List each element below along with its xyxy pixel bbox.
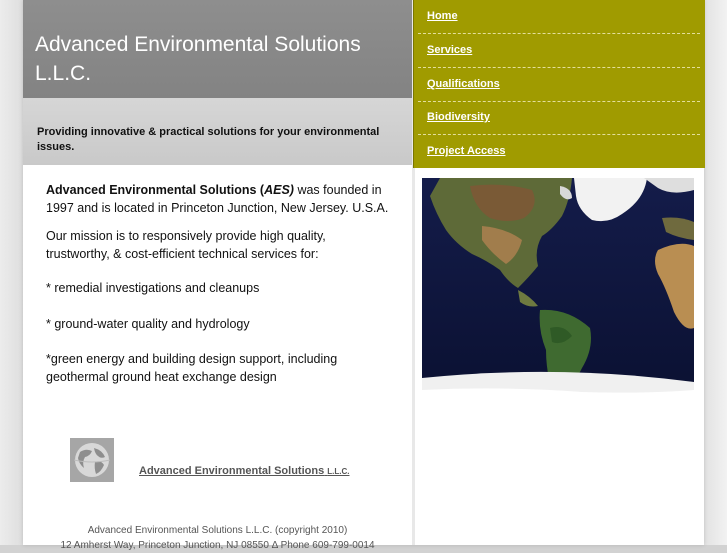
nav-link-home[interactable]: Home bbox=[427, 10, 458, 22]
site-header: Advanced Environmental Solutions L.L.C. bbox=[23, 0, 412, 98]
service-item: * ground-water quality and hydrology bbox=[46, 316, 250, 331]
company-name: Advanced Environmental Solutions ( bbox=[46, 183, 265, 197]
nav-link-project-access[interactable]: Project Access bbox=[427, 145, 505, 157]
page-container: Advanced Environmental Solutions L.L.C. … bbox=[23, 0, 705, 551]
page-background-right bbox=[704, 0, 727, 545]
intro-paragraph: Advanced Environmental Solutions (AES) w… bbox=[46, 182, 391, 217]
copyright-text: Advanced Environmental Solutions L.L.C. … bbox=[87, 525, 348, 536]
nav-link-services[interactable]: Services bbox=[427, 44, 472, 56]
company-abbrev: AES) bbox=[264, 183, 294, 197]
page-background-left bbox=[0, 0, 23, 545]
service-item: *green energy and building design suppor… bbox=[46, 352, 338, 384]
address-text: 12 Amherst Way, Princeton Junction, NJ 0… bbox=[60, 540, 375, 551]
nav-item-project-access[interactable]: Project Access bbox=[418, 135, 700, 168]
nav-link-biodiversity[interactable]: Biodiversity bbox=[427, 111, 490, 123]
site-title: Advanced Environmental Solutions L.L.C. bbox=[35, 33, 361, 85]
nav-item-home[interactable]: Home bbox=[418, 0, 700, 34]
nav-item-qualifications[interactable]: Qualifications bbox=[418, 68, 700, 102]
footer-copyright: Advanced Environmental Solutions L.L.C. … bbox=[23, 523, 412, 553]
mission-statement: Our mission is to responsively provide h… bbox=[46, 229, 326, 261]
main-content: Advanced Environmental Solutions (AES) w… bbox=[46, 182, 391, 386]
nav-link-qualifications[interactable]: Qualifications bbox=[427, 78, 500, 90]
footer-link-suffix: L.L.C. bbox=[327, 467, 350, 476]
footer-link-text: Advanced Environmental Solutions bbox=[139, 465, 325, 477]
site-tagline: Providing innovative & practical solutio… bbox=[37, 126, 380, 153]
nav-item-biodiversity[interactable]: Biodiversity bbox=[418, 101, 700, 135]
main-nav: Home Services Qualifications Biodiversit… bbox=[413, 0, 705, 168]
nav-item-services[interactable]: Services bbox=[418, 34, 700, 68]
globe-icon bbox=[70, 438, 114, 482]
world-map-image bbox=[422, 178, 694, 414]
footer-company-link[interactable]: Advanced Environmental Solutions L.L.C. bbox=[139, 465, 349, 477]
service-item: * remedial investigations and cleanups bbox=[46, 281, 260, 295]
